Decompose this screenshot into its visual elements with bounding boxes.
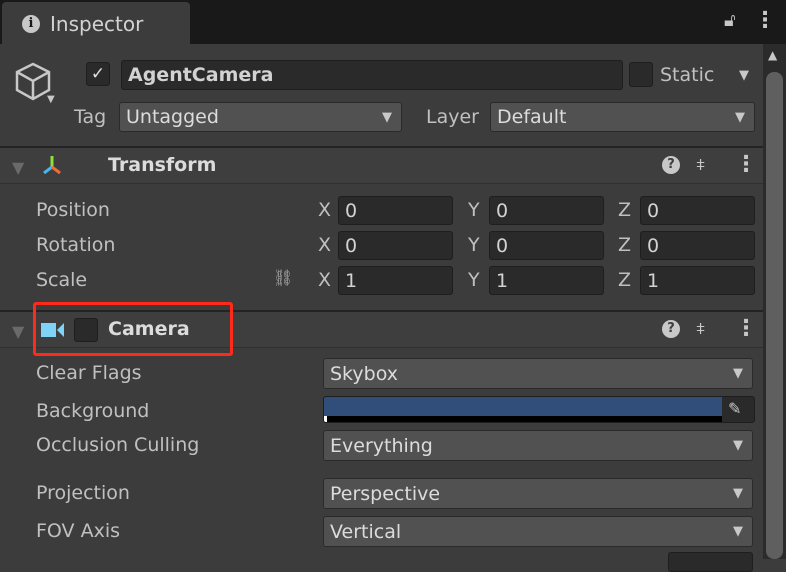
tag-dropdown[interactable]: Untagged ▼	[119, 102, 402, 132]
tab-inspector[interactable]: i Inspector	[2, 2, 190, 46]
occlusion-value: Everything	[330, 434, 433, 457]
layer-dropdown[interactable]: Default ▼	[490, 102, 755, 132]
axis-label: X	[318, 234, 332, 256]
scale-x-input[interactable]: 1	[338, 266, 453, 295]
alpha-bar	[324, 416, 722, 422]
static-label: Static	[660, 64, 715, 86]
value-text: 0	[496, 234, 509, 257]
constrain-proportions-icon[interactable]: ⛓︎	[273, 268, 293, 287]
value-text: 1	[496, 269, 509, 292]
projection-value: Perspective	[330, 482, 441, 505]
tab-title: Inspector	[50, 12, 144, 36]
icon-dropdown-icon[interactable]: ▼	[47, 94, 55, 105]
axis-label: Z	[618, 199, 632, 221]
rotation-label: Rotation	[36, 234, 116, 256]
value-text: 0	[647, 234, 660, 257]
chevron-down-icon: ▼	[733, 438, 743, 453]
foldout-arrow-icon[interactable]: ▼	[12, 322, 24, 341]
scroll-up-icon[interactable]: ▲	[768, 48, 777, 62]
scale-y-input[interactable]: 1	[489, 266, 604, 295]
help-icon[interactable]: ?	[662, 320, 680, 338]
axis-label: Y	[468, 199, 480, 221]
rotation-x-input[interactable]: 0	[338, 231, 453, 260]
fov-axis-dropdown[interactable]: Vertical ▼	[323, 516, 753, 547]
info-icon: i	[22, 15, 40, 33]
axis-label: Y	[468, 269, 480, 291]
position-y-input[interactable]: 0	[489, 196, 604, 225]
value-text: 0	[647, 199, 660, 222]
scale-z-input[interactable]: 1	[640, 266, 755, 295]
help-icon[interactable]: ?	[662, 156, 680, 174]
value-text: 0	[496, 199, 509, 222]
occlusion-culling-dropdown[interactable]: Everything ▼	[323, 430, 753, 461]
position-label: Position	[36, 199, 110, 221]
color-swatch	[324, 397, 722, 416]
clear-flags-dropdown[interactable]: Skybox ▼	[323, 358, 753, 389]
projection-dropdown[interactable]: Perspective ▼	[323, 478, 753, 509]
partial-field[interactable]	[668, 552, 753, 572]
chevron-down-icon: ▼	[733, 524, 743, 539]
lock-icon[interactable]: 🔓︎	[724, 10, 736, 31]
value-text: 0	[345, 234, 358, 257]
more-icon[interactable]: ⋮	[735, 316, 757, 341]
foldout-arrow-icon[interactable]: ▼	[12, 158, 24, 177]
static-checkbox[interactable]	[629, 62, 653, 87]
layer-label: Layer	[426, 106, 479, 128]
presets-icon[interactable]: ⧧	[696, 318, 705, 339]
value-text: 0	[345, 199, 358, 222]
more-icon[interactable]: ⋮	[754, 8, 776, 33]
tag-value: Untagged	[126, 106, 219, 128]
chevron-down-icon: ▼	[733, 366, 743, 381]
value-text: 1	[647, 269, 660, 292]
position-x-input[interactable]: 0	[338, 196, 453, 225]
object-name-text: AgentCamera	[128, 64, 274, 86]
position-z-input[interactable]: 0	[640, 196, 755, 225]
chevron-down-icon: ▼	[735, 109, 745, 125]
presets-icon[interactable]: ⧧	[696, 154, 705, 175]
scale-label: Scale	[36, 269, 88, 291]
more-icon[interactable]: ⋮	[735, 152, 757, 177]
clear-flags-value: Skybox	[330, 362, 398, 385]
eyedropper-icon[interactable]: ✎	[728, 399, 741, 418]
occlusion-culling-label: Occlusion Culling	[36, 434, 200, 456]
rotation-y-input[interactable]: 0	[489, 231, 604, 260]
transform-icon	[43, 156, 61, 175]
background-color-field[interactable]: ✎	[323, 396, 755, 423]
value-text: 1	[345, 269, 358, 292]
axis-label: Y	[468, 234, 480, 256]
fov-axis-value: Vertical	[330, 520, 402, 543]
axis-label: X	[318, 269, 332, 291]
fov-axis-label: FOV Axis	[36, 520, 121, 542]
tag-label: Tag	[74, 106, 107, 128]
layer-value: Default	[497, 106, 567, 128]
background-label: Background	[36, 400, 150, 422]
object-name-input[interactable]: AgentCamera	[121, 60, 623, 90]
transform-title: Transform	[108, 154, 217, 176]
axis-label: X	[318, 199, 332, 221]
projection-label: Projection	[36, 482, 130, 504]
axis-label: Z	[618, 234, 632, 256]
static-dropdown-icon[interactable]: ▼	[739, 68, 749, 83]
highlight-box	[33, 302, 233, 356]
rotation-z-input[interactable]: 0	[640, 231, 755, 260]
active-checkbox[interactable]: ✓	[86, 62, 110, 86]
clear-flags-label: Clear Flags	[36, 362, 142, 384]
chevron-down-icon: ▼	[382, 109, 392, 125]
scrollbar-thumb[interactable]	[766, 72, 783, 559]
axis-label: Z	[618, 269, 632, 291]
chevron-down-icon: ▼	[733, 486, 743, 501]
